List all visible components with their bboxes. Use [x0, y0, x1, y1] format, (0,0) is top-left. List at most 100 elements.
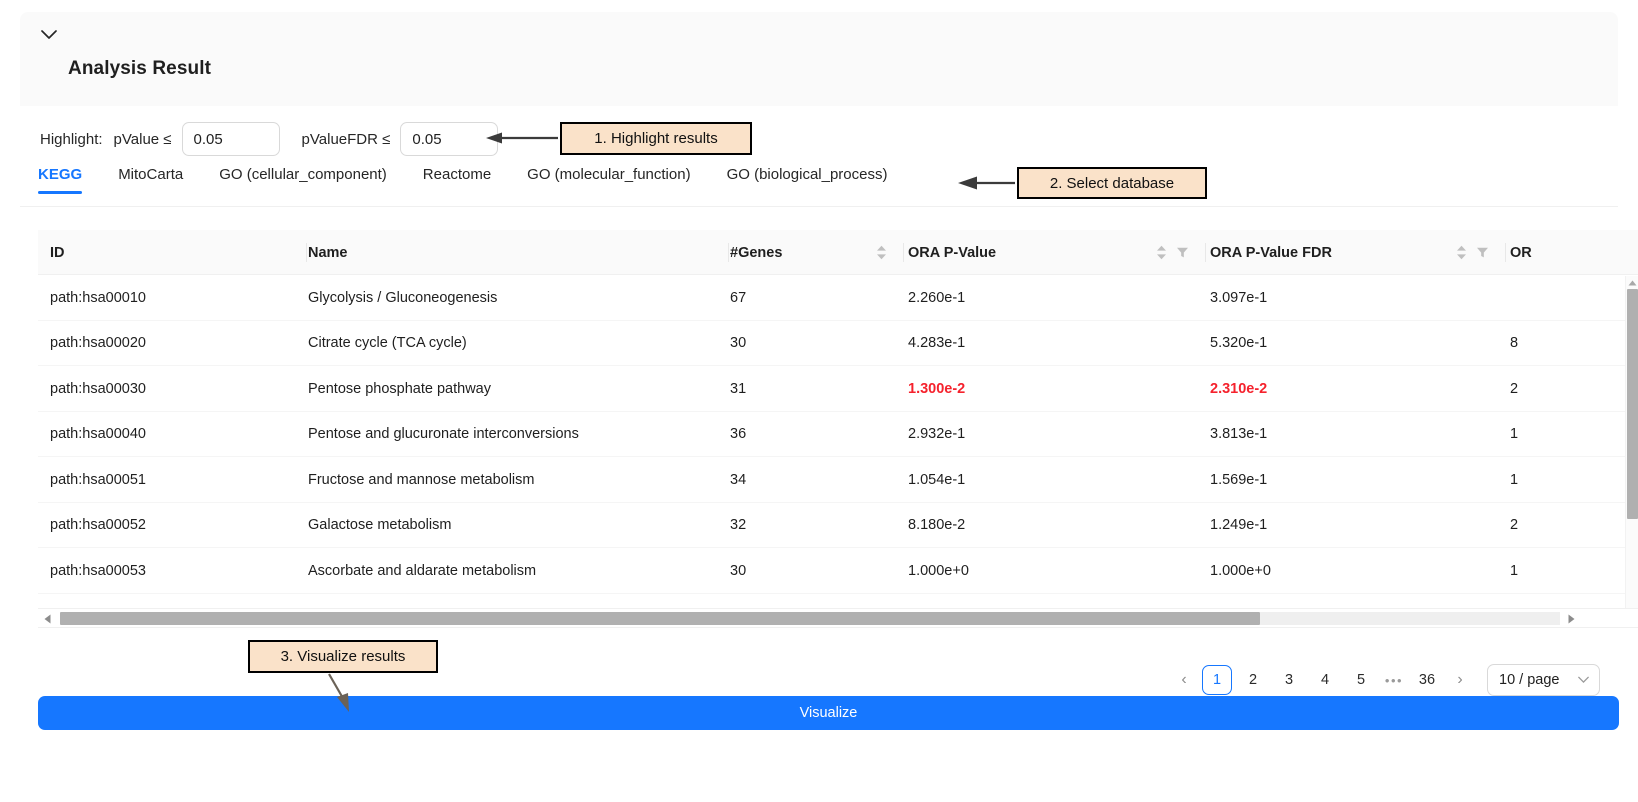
sort-arrows-icon	[1157, 245, 1166, 260]
pvalue-threshold-input[interactable]	[181, 122, 280, 156]
pagination-page-5[interactable]: 5	[1346, 665, 1376, 695]
cell-ora-next	[1510, 275, 1534, 321]
table-vertical-scrollbar[interactable]	[1625, 276, 1638, 621]
header-divider	[728, 243, 729, 262]
pagination-last-page[interactable]: 36	[1412, 665, 1442, 695]
cell-genes: 31	[730, 380, 747, 397]
chevron-down-icon[interactable]	[38, 24, 60, 46]
cell-genes: 67	[730, 289, 747, 306]
cell-name: Pentose phosphate pathway	[308, 380, 491, 397]
scroll-track-remainder[interactable]	[1260, 612, 1560, 625]
header-divider	[1205, 243, 1206, 262]
column-header-genes[interactable]: #Genes	[730, 230, 782, 275]
cell-genes: 36	[730, 426, 747, 443]
pagination-ellipsis[interactable]: •••	[1379, 665, 1409, 695]
table-horizontal-scroll-thumb[interactable]	[60, 612, 1260, 625]
cell-ora-next: 1	[1510, 562, 1519, 579]
table-row[interactable]: path:hsa00051 Fructose and mannose metab…	[38, 457, 1638, 503]
pagination-prev-button[interactable]: ‹	[1169, 665, 1199, 695]
tab-go-cellular-component[interactable]: GO (cellular_component)	[219, 166, 387, 194]
results-table: ID Name #Genes ORA P-Value ORA P-Value F…	[38, 230, 1638, 630]
page-size-select[interactable]: 10 / page	[1487, 664, 1600, 696]
pagination-next-button[interactable]: ›	[1445, 665, 1475, 695]
annotation-callout-visualize-results: 3. Visualize results	[248, 640, 438, 673]
column-header-ora-p-value-fdr[interactable]: ORA P-Value FDR	[1210, 230, 1332, 275]
cell-name: Ascorbate and aldarate metabolism	[308, 562, 537, 579]
sort-filter-control-ora-p-value-fdr[interactable]	[1456, 230, 1489, 275]
tab-kegg[interactable]: KEGG	[38, 166, 83, 194]
cell-ora-pfdr: 3.097e-1	[1210, 289, 1268, 306]
table-vertical-scroll-thumb[interactable]	[1627, 289, 1638, 519]
pagination-page-3[interactable]: 3	[1274, 665, 1304, 695]
cell-name: Citrate cycle (TCA cycle)	[308, 335, 467, 352]
header-divider	[1505, 243, 1506, 262]
cell-ora-p: 8.180e-2	[908, 517, 966, 534]
cell-id: path:hsa00051	[50, 471, 146, 488]
table-row[interactable]: path:hsa00040 Pentose and glucuronate in…	[38, 411, 1638, 457]
cell-ora-pfdr: 1.569e-1	[1210, 471, 1268, 488]
cell-ora-next: 2	[1510, 380, 1519, 397]
cell-ora-next: 2	[1510, 517, 1519, 534]
column-header-ora-p-value[interactable]: ORA P-Value	[908, 230, 996, 275]
pagination: ‹ 1 2 3 4 5 ••• 36 › 10 / page	[1169, 663, 1600, 697]
page-size-label: 10 / page	[1499, 672, 1560, 688]
tab-reactome[interactable]: Reactome	[423, 166, 491, 194]
scroll-right-arrow-icon[interactable]	[1565, 612, 1578, 625]
card-header: Analysis Result	[20, 12, 1618, 106]
table-row[interactable]: path:hsa00020 Citrate cycle (TCA cycle) …	[38, 320, 1638, 366]
pvaluefdr-threshold-input[interactable]	[400, 122, 499, 156]
tab-go-molecular-function[interactable]: GO (molecular_function)	[527, 166, 690, 194]
table-horizontal-scrollbar[interactable]	[38, 608, 1638, 628]
page-title: Analysis Result	[68, 58, 211, 79]
annotation-callout-highlight-results: 1. Highlight results	[560, 122, 752, 155]
pagination-page-1[interactable]: 1	[1202, 665, 1232, 695]
cell-ora-next: 1	[1510, 426, 1519, 443]
cell-ora-p: 2.932e-1	[908, 426, 966, 443]
cell-id: path:hsa00010	[50, 289, 146, 306]
tab-mitocarta[interactable]: MitoCarta	[118, 166, 183, 194]
chevron-down-icon	[1578, 676, 1589, 684]
pagination-page-4[interactable]: 4	[1310, 665, 1340, 695]
cell-id: path:hsa00053	[50, 562, 146, 579]
cell-ora-pfdr: 1.000e+0	[1210, 562, 1271, 579]
cell-id: path:hsa00030	[50, 380, 146, 397]
scroll-left-arrow-icon[interactable]	[41, 612, 54, 625]
pagination-page-2[interactable]: 2	[1238, 665, 1268, 695]
sort-filter-control-ora-p-value[interactable]	[1156, 230, 1189, 275]
filter-funnel-icon	[1177, 247, 1188, 258]
visualize-button[interactable]: Visualize	[38, 696, 1619, 730]
cell-id: path:hsa00020	[50, 335, 146, 352]
table-row[interactable]: path:hsa00010 Glycolysis / Gluconeogenes…	[38, 275, 1638, 321]
cell-ora-next: 1	[1510, 471, 1519, 488]
scroll-up-arrow-icon[interactable]	[1627, 277, 1638, 288]
cell-ora-pfdr: 5.320e-1	[1210, 335, 1268, 352]
cell-ora-pfdr: 1.249e-1	[1210, 517, 1268, 534]
database-tabs: KEGG MitoCarta GO (cellular_component) R…	[38, 166, 998, 206]
cell-id: path:hsa00052	[50, 517, 146, 534]
tab-go-biological-process[interactable]: GO (biological_process)	[727, 166, 888, 194]
tabs-divider	[20, 206, 1618, 207]
cell-genes: 30	[730, 562, 747, 579]
cell-ora-pfdr: 3.813e-1	[1210, 426, 1268, 443]
cell-id: path:hsa00040	[50, 426, 146, 443]
pvalue-condition-label: pValue ≤	[113, 130, 172, 148]
sort-control-genes[interactable]	[876, 230, 887, 275]
column-header-ora-next[interactable]: OR	[1510, 230, 1532, 275]
table-row[interactable]: path:hsa00053 Ascorbate and aldarate met…	[38, 548, 1638, 594]
cell-name: Galactose metabolism	[308, 517, 452, 534]
column-header-name[interactable]: Name	[308, 230, 348, 275]
cell-name: Pentose and glucuronate interconversions	[308, 426, 579, 443]
cell-ora-p: 1.000e+0	[908, 562, 969, 579]
cell-name: Fructose and mannose metabolism	[308, 471, 535, 488]
table-row[interactable]: path:hsa00030 Pentose phosphate pathway …	[38, 366, 1638, 412]
table-body: path:hsa00010 Glycolysis / Gluconeogenes…	[38, 275, 1638, 594]
cell-genes: 34	[730, 471, 747, 488]
cell-ora-pfdr: 2.310e-2	[1210, 380, 1268, 397]
table-header-row: ID Name #Genes ORA P-Value ORA P-Value F…	[38, 230, 1638, 275]
table-row[interactable]: path:hsa00052 Galactose metabolism 32 8.…	[38, 502, 1638, 548]
cell-ora-p: 1.300e-2	[908, 380, 966, 397]
column-header-id[interactable]: ID	[50, 230, 65, 275]
pvaluefdr-condition-label: pValueFDR ≤	[301, 130, 391, 148]
header-divider	[903, 243, 904, 262]
sort-arrows-icon	[1457, 245, 1466, 260]
